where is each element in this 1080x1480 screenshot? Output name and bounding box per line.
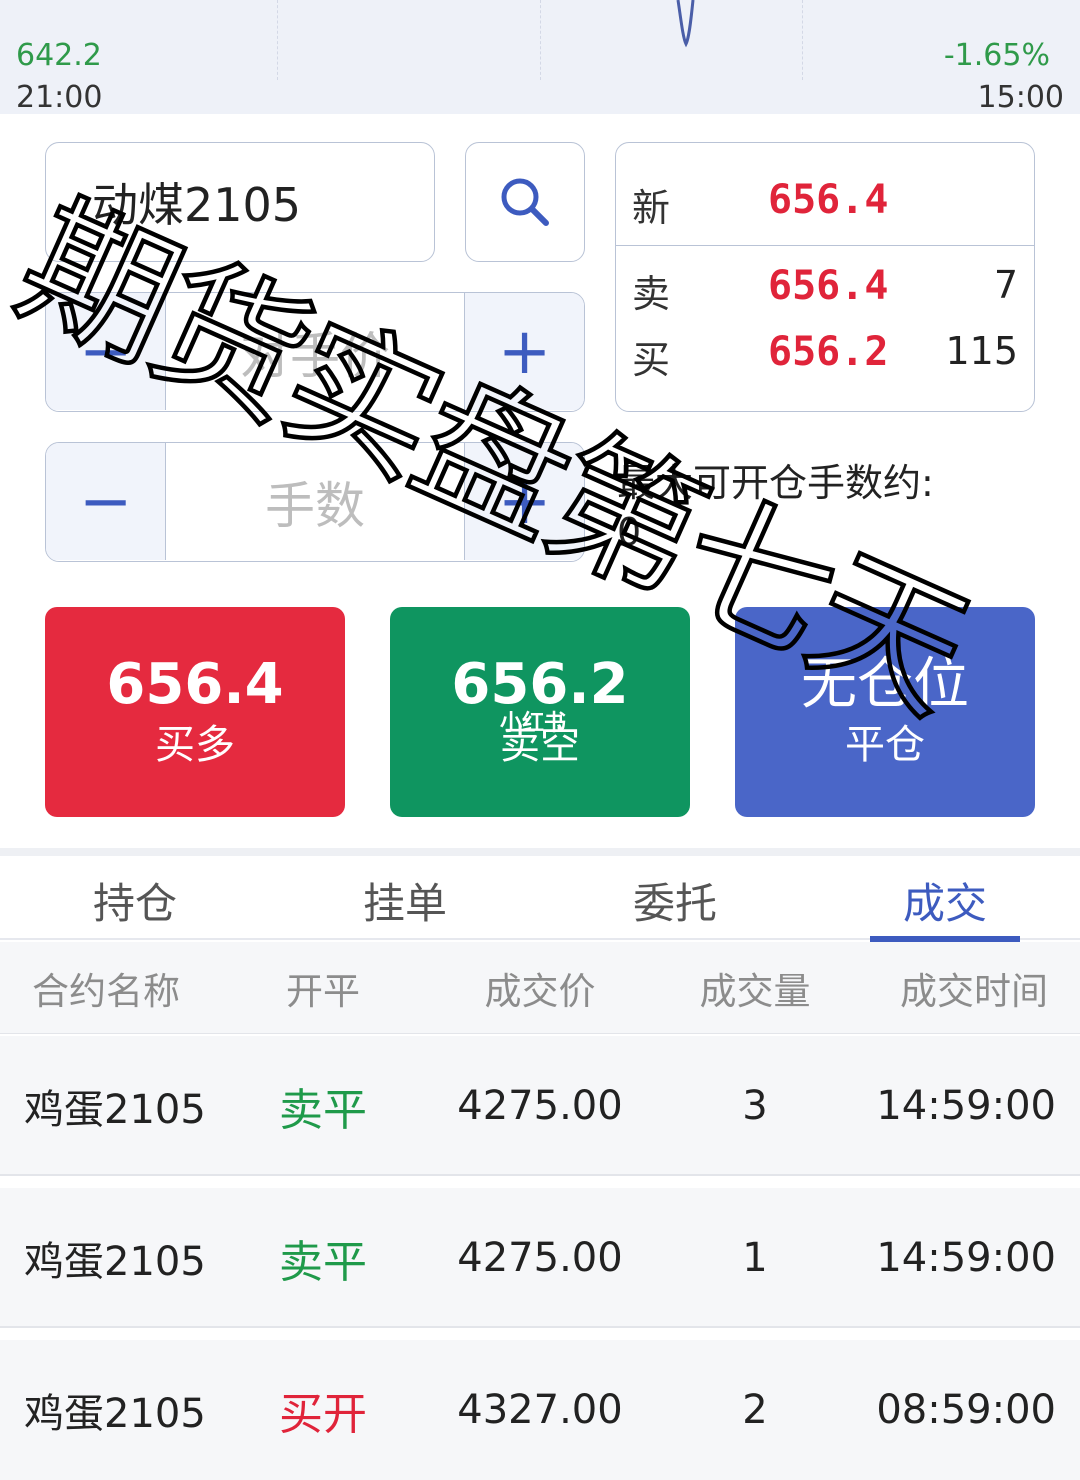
chart-time-axis: 21:00 15:00 xyxy=(0,80,1080,115)
quantity-increase-button[interactable]: + xyxy=(464,443,584,560)
quantity-stepper[interactable]: − 手数 + xyxy=(45,442,585,562)
col-header-time: 成交时间 xyxy=(900,970,1048,1013)
row-contract: 鸡蛋2105 xyxy=(24,1087,206,1133)
close-label: 平仓 xyxy=(845,722,925,768)
minus-icon: − xyxy=(78,314,133,389)
table-row[interactable]: 鸡蛋2105 卖平 4275.00 1 14:59:00 xyxy=(0,1188,1080,1328)
row-contract: 鸡蛋2105 xyxy=(24,1239,206,1285)
quantity-decrease-button[interactable]: − xyxy=(46,443,166,560)
row-contract: 鸡蛋2105 xyxy=(24,1391,206,1437)
section-divider xyxy=(0,848,1080,856)
price-stepper[interactable]: − 对手价 + xyxy=(45,292,585,412)
max-open-value: 0 xyxy=(617,510,642,554)
position-status: 无仓位 xyxy=(801,652,969,717)
last-price-label: 新 xyxy=(632,186,671,230)
plus-icon: + xyxy=(497,464,552,539)
col-header-price: 成交价 xyxy=(484,970,596,1013)
row-price: 4275.00 xyxy=(457,1235,623,1281)
row-action: 卖平 xyxy=(279,1085,367,1136)
row-volume: 1 xyxy=(742,1235,768,1281)
close-position-button[interactable]: 无仓位 平仓 xyxy=(735,607,1035,817)
quote-panel: 新 656.4 卖 656.4 7 买 656.2 115 xyxy=(615,142,1035,412)
contract-name: 动煤2105 xyxy=(92,178,302,232)
bid-label: 买 xyxy=(632,338,671,382)
ask-price-value: 656.4 xyxy=(768,263,889,309)
minus-icon: − xyxy=(78,464,133,539)
last-price-value: 656.4 xyxy=(768,177,889,223)
tab-pending-orders[interactable]: 挂单 xyxy=(270,860,540,940)
row-price: 4327.00 xyxy=(457,1387,623,1433)
watermark: 小红书 xyxy=(500,711,567,736)
row-action: 卖平 xyxy=(279,1237,367,1288)
row-time: 14:59:00 xyxy=(876,1235,1056,1281)
bid-price-value: 656.2 xyxy=(768,329,889,375)
contract-input[interactable]: 动煤2105 xyxy=(45,142,435,262)
chart-change-percent: -1.65% xyxy=(943,38,1050,73)
table-row[interactable]: 鸡蛋2105 买开 4327.00 2 08:59:00 xyxy=(0,1340,1080,1480)
quote-divider xyxy=(616,245,1034,246)
ask-label: 卖 xyxy=(632,272,671,316)
ask-quantity-value: 7 xyxy=(993,263,1018,307)
time-end-label: 15:00 xyxy=(977,80,1064,115)
row-time: 08:59:00 xyxy=(876,1387,1056,1433)
col-header-volume: 成交量 xyxy=(699,970,811,1013)
chart-low-value: 642.2 xyxy=(16,38,102,73)
row-price: 4275.00 xyxy=(457,1083,623,1129)
plus-icon: + xyxy=(497,314,552,389)
time-start-label: 21:00 xyxy=(16,80,103,115)
row-action: 买开 xyxy=(279,1389,367,1440)
search-button[interactable] xyxy=(465,142,585,262)
buy-label: 买多 xyxy=(155,722,235,768)
max-open-label: 最大可开仓手数约: xyxy=(617,461,934,505)
price-increase-button[interactable]: + xyxy=(464,293,584,410)
row-time: 14:59:00 xyxy=(876,1083,1056,1129)
search-icon xyxy=(501,178,549,226)
intraday-chart[interactable]: 642.2 -1.65% xyxy=(0,0,1080,80)
price-decrease-button[interactable]: − xyxy=(46,293,166,410)
price-input[interactable]: 对手价 xyxy=(166,293,464,410)
buy-long-button[interactable]: 656.4 买多 xyxy=(45,607,345,817)
bid-quantity-value: 115 xyxy=(945,329,1018,373)
tab-trades[interactable]: 成交 xyxy=(810,860,1080,940)
quantity-input[interactable]: 手数 xyxy=(166,443,464,560)
tab-positions[interactable]: 持仓 xyxy=(0,860,270,940)
row-volume: 3 xyxy=(742,1083,768,1129)
tab-orders[interactable]: 委托 xyxy=(540,860,810,940)
col-header-open-close: 开平 xyxy=(286,970,360,1013)
col-header-contract: 合约名称 xyxy=(32,970,180,1013)
buy-price: 656.4 xyxy=(106,652,284,717)
row-volume: 2 xyxy=(742,1387,768,1433)
table-row[interactable]: 鸡蛋2105 卖平 4275.00 3 14:59:00 xyxy=(0,1036,1080,1176)
chart-price-line xyxy=(676,0,695,48)
